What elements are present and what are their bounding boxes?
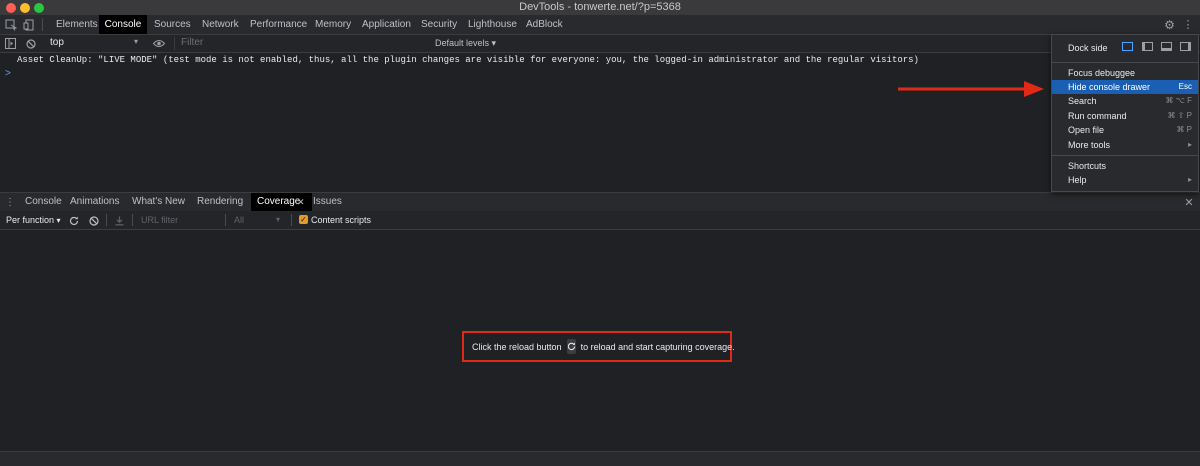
menu-item-label: Open file (1068, 125, 1105, 135)
drawer-tab-bar: ⋮ Console Animations What's New Renderin… (0, 192, 1200, 212)
tab-application[interactable]: Application (360, 15, 413, 34)
chevron-down-icon: ▾ (134, 37, 139, 46)
console-prompt[interactable]: > (5, 68, 11, 79)
eye-icon[interactable] (152, 37, 166, 50)
tab-elements[interactable]: Elements (54, 15, 100, 34)
empty-message-before: Click the reload button (472, 341, 562, 352)
console-toolbar: top ▾ Filter Default levels ▾ (0, 35, 1200, 53)
menu-item-search[interactable]: Search ⌘ ⌥ F (1052, 94, 1198, 108)
menu-item-hide-console-drawer[interactable]: Hide console drawer Esc (1052, 80, 1198, 94)
menu-item-open-file[interactable]: Open file ⌘ P (1052, 123, 1198, 137)
menu-item-run-command[interactable]: Run command ⌘ ⇧ P (1052, 109, 1198, 123)
menu-item-label: Help (1068, 175, 1087, 185)
tab-memory[interactable]: Memory (313, 15, 353, 34)
context-selector[interactable]: top ▾ (42, 37, 142, 50)
content-scripts-checkbox[interactable]: ✓ (299, 215, 308, 224)
reload-button[interactable] (566, 339, 576, 354)
window-title: DevTools - tonwerte.net/?p=5368 (519, 1, 681, 13)
submenu-arrow-icon: ▸ (1187, 175, 1192, 184)
menu-item-shortcuts[interactable]: Shortcuts (1052, 159, 1198, 173)
dock-right-icon[interactable] (1180, 42, 1191, 51)
drawer-tab-rendering[interactable]: Rendering (192, 193, 248, 211)
drawer-menu-icon[interactable]: ⋮ (5, 195, 15, 209)
drawer-tab-issues[interactable]: Issues (308, 193, 347, 211)
tab-lighthouse[interactable]: Lighthouse (466, 15, 519, 34)
menu-item-label: Run command (1068, 111, 1127, 121)
type-filter-label: All (234, 215, 245, 225)
log-levels-dropdown[interactable]: Default levels ▾ (435, 38, 496, 49)
more-options-icon[interactable]: ⋮ (1182, 17, 1194, 32)
reload-icon (567, 342, 575, 351)
console-message: Asset CleanUp: "LIVE MODE" (test mode is… (17, 55, 919, 65)
device-toolbar-icon[interactable] (22, 18, 36, 31)
coverage-toolbar: Per function ▾ URL filter All ▾ ✓ Content… (0, 211, 1200, 230)
context-value: top (50, 37, 64, 48)
url-filter-input[interactable]: URL filter (141, 215, 178, 225)
chevron-down-icon: ▾ (276, 215, 281, 224)
status-bar (0, 451, 1200, 466)
menu-item-more-tools[interactable]: More tools ▸ (1052, 138, 1198, 152)
drawer-tab-whats-new[interactable]: What's New (127, 193, 190, 211)
undock-icon[interactable] (1122, 42, 1133, 51)
coverage-mode-label: Per function (6, 215, 55, 225)
inspect-element-icon[interactable] (4, 18, 18, 31)
menu-item-focus-debuggee[interactable]: Focus debuggee (1052, 66, 1198, 80)
content-scripts-label: Content scripts (311, 215, 372, 225)
export-icon[interactable] (113, 214, 126, 227)
tab-network[interactable]: Network (200, 15, 241, 34)
dock-side-label: Dock side (1068, 43, 1108, 53)
menu-item-shortcut: Esc (1178, 82, 1192, 91)
annotation-arrow-icon (898, 81, 1044, 97)
drawer-tab-coverage[interactable]: Coverage ✕ (251, 193, 312, 211)
tab-adblock[interactable]: AdBlock (524, 15, 565, 34)
menu-item-label: Shortcuts (1068, 161, 1107, 171)
title-bar: DevTools - tonwerte.net/?p=5368 (0, 0, 1200, 16)
dock-left-icon[interactable] (1142, 42, 1153, 51)
menu-item-label: Hide console drawer (1068, 82, 1151, 92)
menu-item-shortcut: ⌘ ⇧ P (1167, 111, 1192, 120)
menu-item-label: Search (1068, 96, 1097, 106)
main-tab-bar: Elements Console Sources Network Perform… (0, 15, 1200, 35)
menu-item-label: Focus debuggee (1068, 68, 1136, 78)
gear-icon[interactable]: ⚙ (1162, 17, 1177, 32)
reload-icon[interactable] (67, 214, 80, 227)
clear-coverage-icon[interactable] (87, 214, 100, 227)
tab-sources[interactable]: Sources (152, 15, 193, 34)
menu-item-label: More tools (1068, 140, 1111, 150)
submenu-arrow-icon: ▸ (1187, 140, 1192, 149)
chevron-down-icon: ▾ (491, 38, 497, 48)
drawer-tab-console[interactable]: Console (20, 193, 67, 211)
type-filter-dropdown[interactable]: All ▾ (234, 215, 280, 225)
empty-message-after: to reload and start capturing coverage. (580, 341, 735, 352)
drawer-tab-coverage-label: Coverage (257, 196, 301, 207)
tab-console[interactable]: Console (99, 15, 147, 34)
tab-performance[interactable]: Performance (248, 15, 309, 34)
dock-bottom-icon[interactable] (1161, 42, 1172, 51)
close-tab-icon[interactable]: ✕ (297, 193, 305, 211)
devtools-options-menu: Dock side Focus debuggee Hide console dr… (1051, 34, 1199, 192)
drawer-tab-animations[interactable]: Animations (65, 193, 124, 211)
sidebar-toggle-icon[interactable] (4, 37, 17, 50)
menu-item-shortcut: ⌘ P (1176, 125, 1192, 134)
console-filter-input[interactable]: Filter (174, 37, 431, 50)
chevron-down-icon: ▾ (56, 216, 61, 225)
log-levels-label: Default levels (435, 38, 490, 48)
clear-console-icon[interactable] (24, 37, 37, 50)
tab-security[interactable]: Security (419, 15, 459, 34)
menu-item-help[interactable]: Help ▸ (1052, 173, 1198, 187)
coverage-empty-message: Click the reload button to reload and st… (462, 331, 735, 362)
coverage-mode-dropdown[interactable]: Per function ▾ (6, 215, 61, 225)
close-drawer-icon[interactable]: ✕ (1183, 195, 1195, 209)
menu-item-shortcut: ⌘ ⌥ F (1165, 96, 1192, 105)
